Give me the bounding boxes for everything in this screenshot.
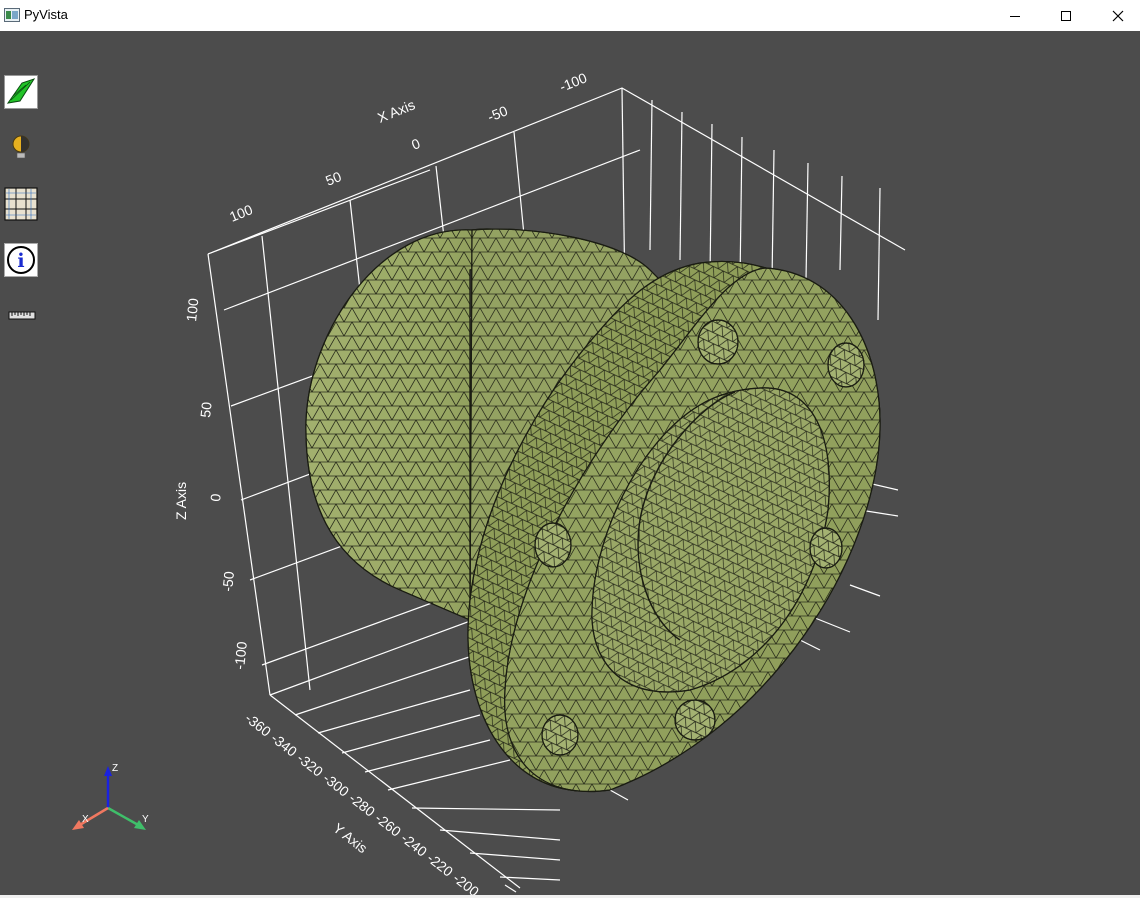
window-title: PyVista (24, 7, 68, 22)
x-tick-label: 100 (227, 201, 255, 225)
orientation-widget: Z Y X (72, 763, 149, 830)
z-axis-labels: Z Axis 100 50 0 -50 -100 (173, 297, 250, 670)
x-axis-title: X Axis (375, 96, 417, 125)
y-axis-labels: Y Axis -360 -340 -320 -300 -280 -260 -24… (242, 710, 482, 895)
ruler-tool-icon[interactable] (4, 299, 38, 333)
z-tick-label: 100 (183, 297, 201, 322)
svg-text:i: i (17, 250, 24, 272)
maximize-icon (1061, 10, 1071, 21)
z-tick-label: -100 (231, 641, 250, 671)
x-tick-label: 0 (409, 135, 422, 153)
x-tick-label: 50 (323, 168, 344, 189)
minimize-button[interactable] (990, 0, 1040, 31)
y-tick-label: -200 (450, 870, 482, 895)
z-tick-label: 0 (207, 493, 224, 503)
z-axis-title: Z Axis (173, 482, 189, 520)
y-tick-label: -320 (294, 750, 326, 780)
orientation-y-label: Y (142, 814, 149, 825)
mesh-model[interactable] (305, 228, 881, 792)
light-tool-icon[interactable] (4, 131, 38, 165)
minimize-icon (1010, 15, 1020, 17)
y-axis-title: Y Axis (330, 820, 370, 856)
y-tick-label: -360 (242, 710, 274, 740)
z-tick-label: 50 (197, 401, 215, 418)
mesh-display-tool-icon[interactable] (4, 75, 38, 109)
y-tick-label: -260 (372, 810, 404, 840)
y-tick-label: -280 (346, 790, 378, 820)
close-button[interactable] (1093, 0, 1140, 31)
x-tick-label: -100 (557, 69, 589, 94)
y-tick-label: -340 (268, 730, 300, 760)
render-viewport[interactable]: X Axis -100 -50 0 50 100 Z Axis 100 50 0… (0, 31, 1140, 895)
title-bar: PyVista (0, 0, 1140, 31)
grid-view-tool-icon[interactable] (4, 187, 38, 221)
maximize-button[interactable] (1041, 0, 1091, 31)
orientation-x-label: X (82, 814, 89, 825)
y-tick-label: -300 (320, 770, 352, 800)
info-tool-icon[interactable]: i (4, 243, 38, 277)
close-icon (1112, 10, 1124, 21)
x-axis-labels: X Axis -100 -50 0 50 100 (227, 69, 589, 224)
z-tick-label: -50 (219, 570, 237, 592)
y-tick-label: -240 (398, 830, 430, 860)
y-tick-label: -220 (424, 850, 456, 880)
orientation-z-label: Z (112, 763, 118, 774)
x-tick-label: -50 (485, 102, 510, 124)
app-icon (4, 8, 20, 22)
